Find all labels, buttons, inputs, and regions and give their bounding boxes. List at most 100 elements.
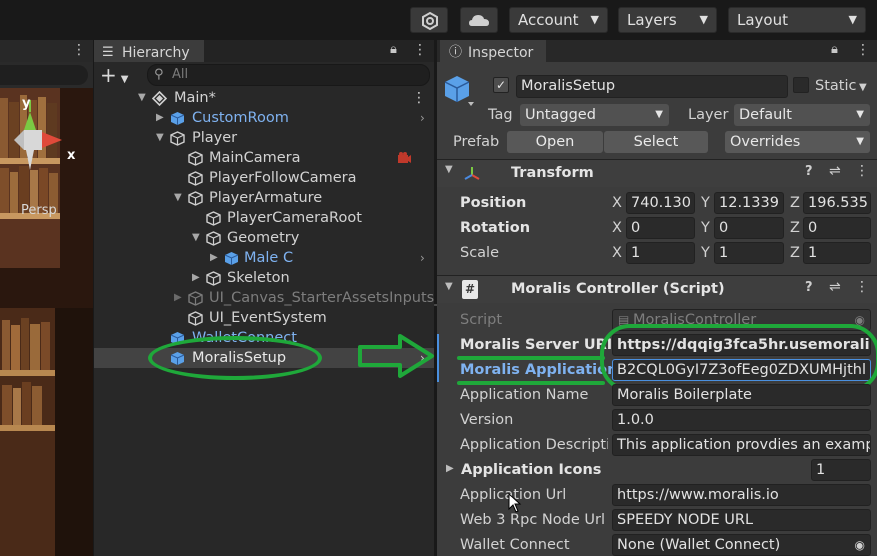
- chevron-down-icon[interactable]: ▼: [859, 82, 867, 93]
- chevron-right-icon[interactable]: ▶: [174, 288, 182, 308]
- chevron-down-icon[interactable]: ▼: [445, 281, 453, 292]
- chevron-right-icon[interactable]: ▶: [446, 463, 454, 474]
- tab-inspector[interactable]: ⓘ Inspector: [440, 40, 546, 62]
- preset-sliders-icon[interactable]: ⇌: [829, 279, 841, 295]
- chevron-right-icon[interactable]: ›: [420, 108, 425, 128]
- static-checkbox[interactable]: [793, 77, 809, 93]
- chevron-down-icon[interactable]: ▼: [174, 188, 182, 208]
- chevron-down-icon[interactable]: ▼: [156, 128, 164, 148]
- tag-dropdown[interactable]: Untagged ▼: [520, 104, 669, 126]
- wallet-connect-label: Wallet Connect: [460, 537, 570, 553]
- axis-z-label: Z: [790, 245, 800, 261]
- app-name-field[interactable]: Moralis Boilerplate: [612, 384, 871, 406]
- layers-label: Layers: [627, 11, 677, 29]
- account-dropdown[interactable]: Account ▼: [509, 7, 608, 33]
- chevron-down-icon[interactable]: ▼: [192, 228, 200, 248]
- transform-header[interactable]: ▼ Transform ? ⇌ ⋮: [437, 159, 877, 187]
- kebab-menu-icon[interactable]: ⋮: [855, 279, 869, 295]
- layout-dropdown[interactable]: Layout ▼: [728, 7, 866, 33]
- chevron-down-icon: ▼: [590, 13, 599, 26]
- list-item[interactable]: UI_EventSystem: [94, 308, 434, 328]
- modified-indicator: [437, 334, 439, 382]
- position-y-field[interactable]: 12.1339: [714, 192, 784, 214]
- chevron-right-icon[interactable]: ▶: [210, 248, 218, 268]
- scene-view[interactable]: [0, 40, 93, 556]
- app-desc-field[interactable]: This application provdies an examp: [612, 434, 871, 456]
- open-prefab-button[interactable]: Open: [507, 131, 603, 153]
- scale-x-field[interactable]: 1: [626, 242, 695, 264]
- cloud-button[interactable]: [460, 7, 498, 33]
- list-item[interactable]: ▶ CustomRoom ›: [94, 108, 434, 128]
- prefab-cube-icon: [224, 252, 239, 265]
- script-file-icon: #: [462, 280, 478, 299]
- kebab-menu-icon[interactable]: ⋮: [856, 42, 870, 58]
- list-item[interactable]: ▼ Geometry: [94, 228, 434, 248]
- gameobject-cube-icon: [188, 151, 203, 166]
- list-item[interactable]: ▼ PlayerArmature: [94, 188, 434, 208]
- rotation-z-field[interactable]: 0: [803, 217, 871, 239]
- chevron-right-icon[interactable]: ▶: [156, 108, 164, 128]
- chevron-right-icon[interactable]: ›: [420, 248, 425, 268]
- chevron-right-icon[interactable]: ▶: [192, 268, 200, 288]
- scale-y-field[interactable]: 1: [714, 242, 784, 264]
- rotation-x-field[interactable]: 0: [626, 217, 695, 239]
- tab-hierarchy[interactable]: ☰ Hierarchy: [94, 40, 204, 62]
- list-item[interactable]: PlayerCameraRoot: [94, 208, 434, 228]
- rpc-node-field[interactable]: SPEEDY NODE URL: [612, 509, 871, 531]
- hierarchy-search-input[interactable]: ⚲ All: [147, 64, 430, 86]
- scene-search-field[interactable]: [0, 65, 88, 85]
- hierarchy-item-label: MainCamera: [209, 150, 301, 166]
- unity-scene-icon: [152, 91, 167, 106]
- layers-dropdown[interactable]: Layers ▼: [618, 7, 717, 33]
- scale-z-field[interactable]: 1: [803, 242, 871, 264]
- list-item[interactable]: ▶ Skeleton: [94, 268, 434, 288]
- collab-button[interactable]: [410, 7, 448, 33]
- position-z-field[interactable]: 196.535: [803, 192, 871, 214]
- version-field[interactable]: 1.0.0: [612, 409, 871, 431]
- persp-label: Persp: [21, 203, 57, 218]
- hierarchy-item-label: PlayerCameraRoot: [227, 210, 362, 226]
- overrides-dropdown[interactable]: Overrides ▼: [725, 131, 870, 153]
- app-desc-label: Application Descripti: [460, 437, 608, 453]
- list-item[interactable]: ▶ Male C ›: [94, 248, 434, 268]
- lock-icon[interactable]: 🔒︎: [831, 42, 838, 57]
- lock-icon[interactable]: 🔒︎: [390, 42, 397, 57]
- wallet-connect-value: None (Wallet Connect): [617, 537, 781, 553]
- wallet-connect-field[interactable]: None (Wallet Connect) ◉: [612, 534, 871, 556]
- annotation-ellipse: [600, 324, 877, 392]
- list-item[interactable]: PlayerFollowCamera: [94, 168, 434, 188]
- hierarchy-item-label: UI_Canvas_StarterAssetsInputs_: [209, 290, 442, 306]
- hierarchy-tab-label: Hierarchy: [122, 45, 190, 61]
- list-item[interactable]: ▼ Main* ⋮: [94, 88, 434, 108]
- search-icon: ⚲: [154, 67, 164, 82]
- app-url-field[interactable]: https://www.moralis.io: [612, 484, 871, 506]
- list-item[interactable]: ▶ UI_Canvas_StarterAssetsInputs_: [94, 288, 441, 308]
- layer-dropdown[interactable]: Default ▼: [734, 104, 870, 126]
- gameobject-cube-icon: [206, 271, 221, 286]
- kebab-menu-icon[interactable]: ⋮: [855, 163, 869, 179]
- object-name-input[interactable]: MoralisSetup: [516, 75, 788, 98]
- object-picker-icon[interactable]: ◉: [855, 535, 865, 555]
- gameobject-cube-icon: [170, 131, 185, 146]
- preset-sliders-icon[interactable]: ⇌: [829, 163, 841, 179]
- app-icons-count-field[interactable]: 1: [811, 459, 871, 481]
- add-object-button[interactable]: + ▼: [100, 64, 140, 86]
- position-x-field[interactable]: 740.130: [626, 192, 695, 214]
- kebab-menu-icon[interactable]: ⋮: [412, 88, 426, 108]
- kebab-menu-icon[interactable]: ⋮: [413, 42, 427, 58]
- chevron-down-icon[interactable]: ▼: [138, 88, 146, 108]
- help-icon[interactable]: ?: [805, 164, 813, 179]
- select-prefab-button[interactable]: Select: [604, 131, 708, 153]
- list-item[interactable]: ▼ Player: [94, 128, 434, 148]
- kebab-menu-icon[interactable]: ⋮: [72, 42, 86, 58]
- active-checkbox[interactable]: ✓: [493, 77, 509, 93]
- hierarchy-tab-bar: ☰ Hierarchy 🔒︎ ⋮: [94, 40, 434, 62]
- list-item[interactable]: MainCamera: [94, 148, 434, 168]
- moralis-controller-header[interactable]: ▼ # Moralis Controller (Script) ? ⇌ ⋮: [437, 275, 877, 303]
- list-icon: ☰: [102, 45, 114, 60]
- rotation-y-field[interactable]: 0: [714, 217, 784, 239]
- help-icon[interactable]: ?: [805, 280, 813, 295]
- search-placeholder: All: [172, 67, 189, 82]
- chevron-down-icon[interactable]: ▼: [445, 164, 453, 175]
- hierarchy-item-label: Skeleton: [227, 270, 290, 286]
